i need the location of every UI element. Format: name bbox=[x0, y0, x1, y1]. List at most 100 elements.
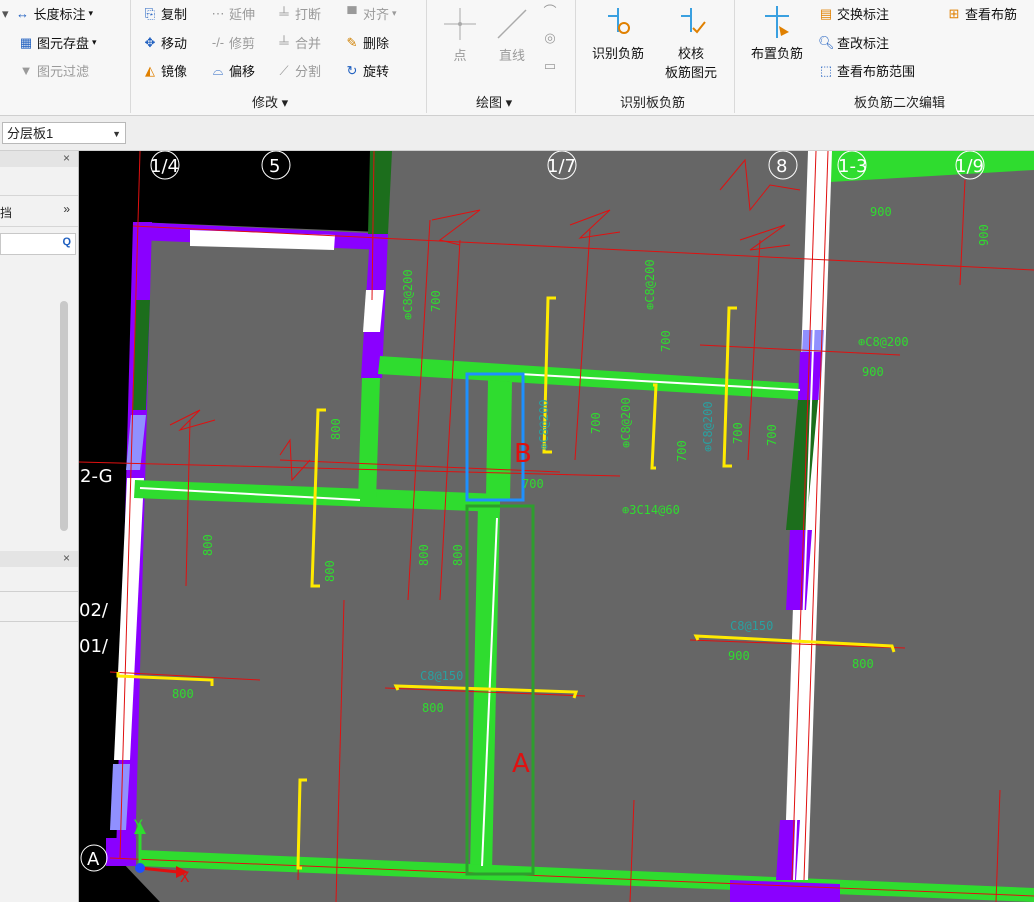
dim-label: 900 bbox=[862, 365, 884, 379]
delete-button[interactable]: ✎ 删除 bbox=[344, 33, 389, 52]
offset-icon: ⌓ bbox=[212, 62, 224, 78]
circle-icon: ◎ bbox=[544, 30, 556, 45]
dim-label: 800 bbox=[422, 701, 444, 715]
rotate-button[interactable]: ↻ 旋转 bbox=[344, 61, 389, 80]
search-icon[interactable]: Q bbox=[62, 236, 71, 248]
marker-a-label: A bbox=[512, 749, 530, 779]
rotate-icon: ↻ bbox=[346, 62, 358, 78]
close-icon[interactable]: × bbox=[63, 151, 70, 165]
move-button[interactable]: ✥ 移动 bbox=[142, 33, 187, 52]
element-filter-button[interactable]: ▼ 图元过滤 bbox=[18, 61, 89, 80]
rebar-spec-label: C8@150 bbox=[730, 619, 773, 633]
identify-neg-rebar-button[interactable]: 识别负筋 bbox=[584, 4, 652, 62]
trim-icon: -/- bbox=[211, 34, 225, 50]
draw-group-label[interactable]: 绘图 ▾ bbox=[476, 92, 512, 111]
point-tool-button[interactable]: 点 bbox=[438, 6, 482, 64]
dim-label: 800 bbox=[451, 544, 465, 566]
identify-group-label: 识别板负筋 bbox=[620, 95, 686, 110]
align-icon: ▀ bbox=[347, 5, 357, 21]
chevron-down-icon: ▾ bbox=[88, 8, 94, 18]
panel-tab-row[interactable]: 挡 » bbox=[0, 195, 78, 227]
rebar-spec-label: ⊕3C14@60 bbox=[622, 503, 680, 517]
point-tool-label: 点 bbox=[453, 48, 467, 63]
dim-label: 900 bbox=[977, 224, 991, 246]
dropdown-arrow-icon: ▾ bbox=[2, 5, 9, 21]
align-button[interactable]: ▀ 对齐 ▾ bbox=[344, 4, 396, 23]
copy-button[interactable]: ⎘ 复制 bbox=[142, 4, 187, 23]
swap-dim-button[interactable]: ▤ 交换标注 bbox=[818, 4, 889, 23]
axis-label: 8 bbox=[776, 156, 787, 177]
identify-rebar-icon bbox=[608, 8, 630, 34]
filter-icon: ▼ bbox=[19, 62, 33, 78]
place-rebar-icon bbox=[765, 6, 789, 38]
marker-b-label: B bbox=[514, 439, 532, 469]
panel-header: × bbox=[0, 151, 78, 167]
mirror-button[interactable]: ◭ 镜像 bbox=[142, 61, 187, 80]
dashed-range-icon: ⬚ bbox=[819, 62, 833, 78]
dim-label: 800 bbox=[329, 418, 343, 440]
length-dim-label: 长度标注 bbox=[33, 7, 86, 22]
trim-button[interactable]: -/- 修剪 bbox=[210, 33, 255, 52]
floor-plan[interactable]: B A 1/4 5 1/7 8 1-3 1/9 2-G 02/ 01/ A ⊕C… bbox=[78, 150, 1034, 903]
merge-icon: ╧ bbox=[279, 34, 289, 50]
dim-label: 700 bbox=[675, 440, 689, 462]
offset-label: 偏移 bbox=[229, 64, 256, 79]
rebar-spec-label: ⊕C8@200 bbox=[537, 399, 551, 450]
dim-label: 800 bbox=[172, 687, 194, 701]
merge-label: 合并 bbox=[295, 36, 322, 51]
rotate-label: 旋转 bbox=[363, 64, 390, 79]
rect-tool-button[interactable]: ▭ bbox=[542, 58, 561, 74]
break-icon: ╧ bbox=[279, 5, 289, 21]
arc-icon: ⌒ bbox=[543, 4, 557, 19]
copy-label: 复制 bbox=[161, 7, 188, 22]
break-button[interactable]: ╧ 打断 bbox=[276, 4, 321, 23]
element-save-button[interactable]: ▦ 图元存盘 ▾ bbox=[18, 33, 97, 52]
check-dim-button[interactable]: 🔍︎ 查改标注 bbox=[818, 33, 889, 52]
panel-scrollbar[interactable] bbox=[60, 301, 68, 531]
dim-label: 900 bbox=[870, 205, 892, 219]
line-tool-button[interactable]: 直线 bbox=[490, 6, 534, 64]
dim-label: 700 bbox=[589, 412, 603, 434]
drawing-canvas[interactable]: B A 1/4 5 1/7 8 1-3 1/9 2-G 02/ 01/ A ⊕C… bbox=[78, 150, 1034, 903]
view-range-button[interactable]: ⬚ 查看布筋范围 bbox=[818, 61, 915, 80]
break-label: 打断 bbox=[295, 7, 322, 22]
mirror-icon: ◭ bbox=[145, 62, 155, 78]
row-label: A bbox=[87, 849, 100, 870]
length-dim-button[interactable]: ▾ ↔ 长度标注 ▾ bbox=[2, 4, 93, 23]
check-rebar-label-1: 校核 bbox=[677, 46, 704, 61]
modify-group-label[interactable]: 修改 ▾ bbox=[252, 92, 288, 111]
expand-icon[interactable]: » bbox=[63, 202, 70, 216]
layer-toolbar bbox=[0, 116, 1034, 151]
extend-label: 延伸 bbox=[229, 7, 256, 22]
edit2-group-label: 板负筋二次编辑 bbox=[854, 95, 946, 110]
arc-tool-button[interactable]: ⌒ bbox=[542, 4, 561, 20]
extend-button[interactable]: ⋯ 延伸 bbox=[210, 4, 256, 23]
view-rebar-button[interactable]: ⊞ 查看布筋 bbox=[946, 4, 1017, 23]
group-divider bbox=[575, 0, 576, 113]
split-button[interactable]: ⟋ 分割 bbox=[276, 61, 321, 80]
panel-tab-label: 挡 bbox=[0, 206, 13, 220]
copy-icon: ⎘ bbox=[144, 5, 156, 21]
search-dim-icon: 🔍︎ bbox=[818, 34, 835, 50]
place-neg-rebar-button[interactable]: 布置负筋 bbox=[744, 4, 810, 62]
axis-label: 5 bbox=[269, 156, 280, 177]
split-label: 分割 bbox=[295, 64, 322, 79]
save-grid-icon: ▦ bbox=[19, 34, 33, 50]
panel-search-input[interactable]: Q bbox=[0, 233, 76, 255]
ribbon-toolbar: ▾ ↔ 长度标注 ▾ ▦ 图元存盘 ▾ ▼ 图元过滤 ⎘ 复制 ⋯ 延伸 ╧ 打断 ▀… bbox=[0, 0, 1034, 116]
check-rebar-element-button[interactable]: 校核 板筋图元 bbox=[656, 4, 726, 81]
dim-label: 700 bbox=[765, 424, 779, 446]
axis-label: 1/7 bbox=[547, 156, 576, 177]
check-rebar-label-2: 板筋图元 bbox=[664, 65, 717, 80]
close-icon[interactable]: × bbox=[63, 551, 70, 565]
extend-icon: ⋯ bbox=[211, 5, 225, 21]
wall-segment bbox=[368, 151, 392, 234]
layer-select[interactable]: 分层板1 ▼ bbox=[2, 122, 126, 144]
divider bbox=[0, 591, 78, 592]
offset-button[interactable]: ⌓ 偏移 bbox=[210, 61, 255, 80]
circle-tool-button[interactable]: ◎ bbox=[542, 30, 561, 46]
dim-label: 700 bbox=[731, 422, 745, 444]
rebar-spec-label: ⊕C8@200 bbox=[401, 269, 415, 320]
divider bbox=[0, 621, 78, 622]
merge-button[interactable]: ╧ 合并 bbox=[276, 33, 321, 52]
